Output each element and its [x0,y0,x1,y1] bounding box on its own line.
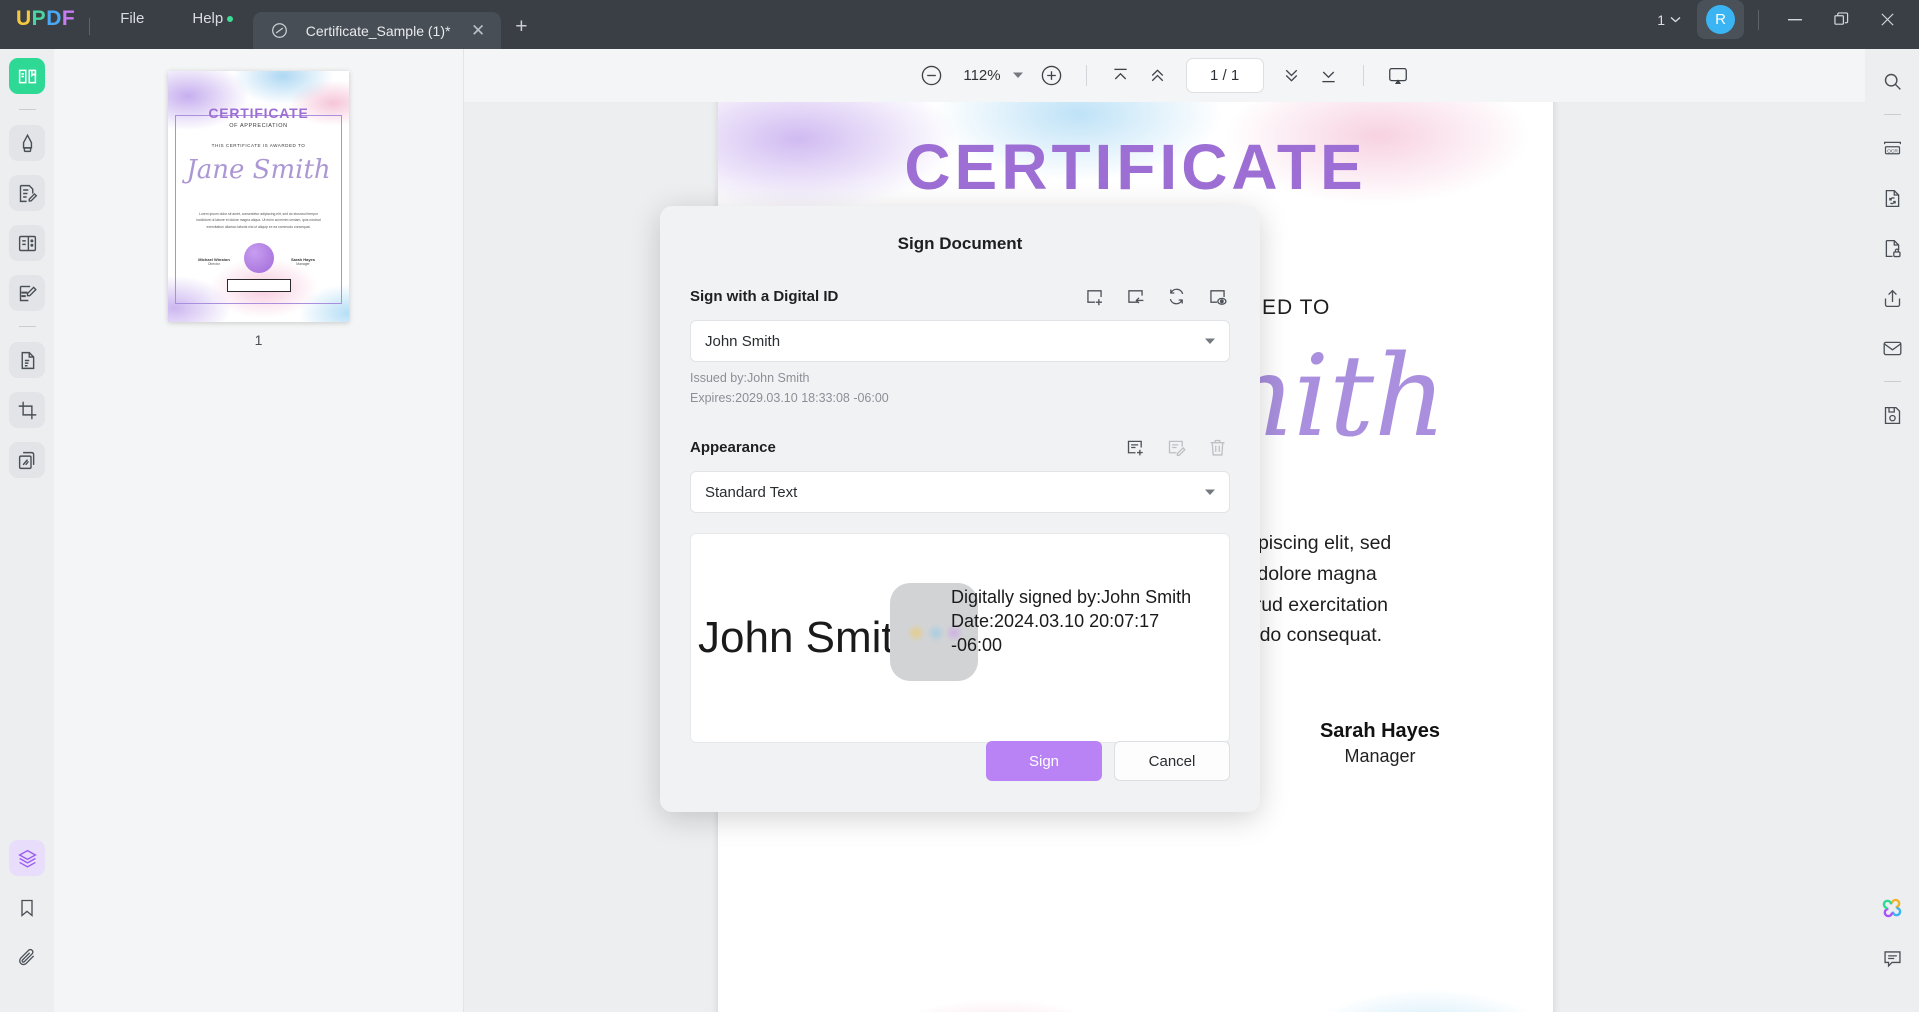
create-digital-id-icon[interactable] [1082,284,1107,309]
appearance-section-header: Appearance [690,435,1230,460]
signature-preview: John Smith Digitally signed by:John Smit… [690,533,1230,743]
signature-preview-date: Date:2024.03.10 20:07:17 -06:00 [951,611,1160,656]
refresh-digital-id-icon[interactable] [1164,284,1189,309]
signature-preview-details: Digitally signed by:John Smith Date:2024… [951,585,1215,657]
sign-button[interactable]: Sign [986,741,1102,781]
digital-id-section-header: Sign with a Digital ID [690,284,1230,309]
sign-document-dialog: Sign Document Sign with a Digital ID Joh… [660,206,1260,812]
chevron-down-icon [1205,489,1215,496]
view-digital-id-icon[interactable] [1205,284,1230,309]
digital-id-expiry: Expires:2029.03.10 18:33:08 -06:00 [690,391,889,405]
dialog-button-row: Sign Cancel [690,741,1230,781]
import-digital-id-icon[interactable] [1123,284,1148,309]
appearance-select[interactable]: Standard Text [690,471,1230,513]
modal-overlay: Sign Document Sign with a Digital ID Joh… [0,0,1919,1012]
chevron-down-icon [1205,338,1215,345]
digital-id-issuer: Issued by:John Smith [690,371,810,385]
dialog-title: Sign Document [897,234,1023,253]
digital-id-label: Sign with a Digital ID [690,288,839,305]
create-appearance-icon[interactable] [1123,435,1148,460]
appearance-selected-value: Standard Text [705,483,798,501]
delete-appearance-icon [1205,435,1230,460]
edit-appearance-icon [1164,435,1189,460]
cancel-button[interactable]: Cancel [1114,741,1230,781]
digital-id-select[interactable]: John Smith [690,320,1230,362]
digital-id-actions [1082,284,1230,309]
signature-preview-signed-by: Digitally signed by:John Smith [951,587,1192,607]
digital-id-selected-value: John Smith [705,332,781,350]
appearance-actions [1123,435,1230,460]
appearance-label: Appearance [690,439,776,456]
signature-preview-name: John Smith [698,613,919,662]
